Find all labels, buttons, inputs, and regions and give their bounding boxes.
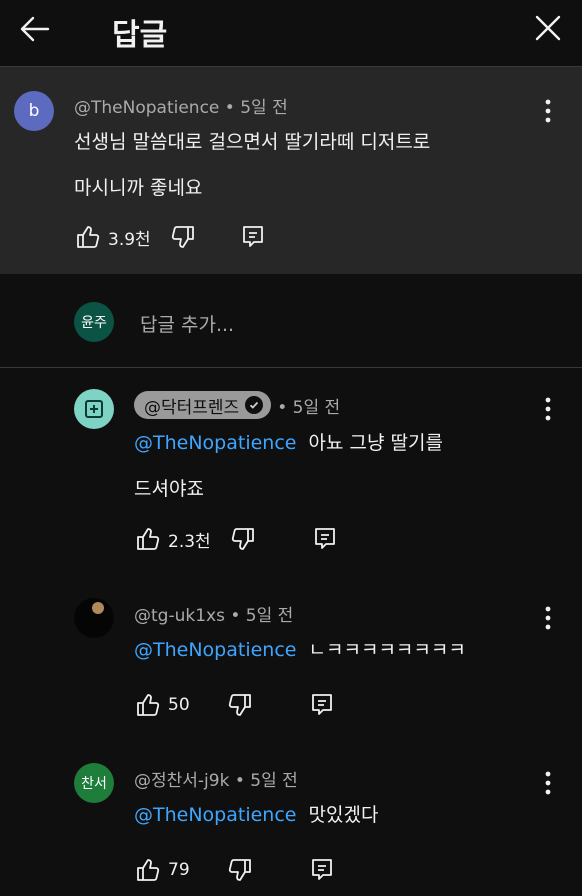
comment-time: • 5일 전 xyxy=(234,771,298,791)
comment-text-line: @TheNopatience 아뇨 그냥 딸기를 xyxy=(134,420,443,466)
mention-link[interactable]: @TheNopatience xyxy=(134,639,296,661)
comment-meta: @tg-uk1xs • 5일 전 xyxy=(134,601,293,626)
comment-text-content: 아뇨 그냥 딸기를 xyxy=(308,432,443,454)
comment-actions: 50 xyxy=(134,690,336,720)
comment-meta: @TheNopatience • 5일 전 xyxy=(74,93,288,118)
avatar[interactable]: b xyxy=(14,91,54,131)
comment-time: • 5일 전 xyxy=(224,98,288,118)
comment-author: @닥터프렌즈 xyxy=(144,397,240,418)
thumb-down-icon[interactable] xyxy=(226,856,254,884)
avatar: 윤주 xyxy=(74,302,114,342)
more-vert-icon[interactable] xyxy=(538,769,558,797)
comment-author[interactable]: @정찬서-j9k xyxy=(134,771,229,791)
thumb-down-icon[interactable] xyxy=(226,691,254,719)
arrow-left-icon[interactable] xyxy=(18,12,52,46)
thumb-up-icon[interactable] xyxy=(134,691,162,719)
comment-text: @TheNopatience 맛있겠다 xyxy=(134,792,378,838)
like-count: 2.3천 xyxy=(168,531,211,552)
add-reply-row: 윤주 답글 추가... xyxy=(0,274,582,368)
comment-text-line: 선생님 말씀대로 걸으면서 딸기라떼 디저트로 xyxy=(74,131,431,153)
header: 답글 xyxy=(0,0,582,66)
close-icon[interactable] xyxy=(532,12,564,44)
comment-text: 선생님 말씀대로 걸으면서 딸기라떼 디저트로 마시니까 좋네요 xyxy=(74,119,430,211)
comment-text: @TheNopatience 아뇨 그냥 딸기를 드셔야죠 xyxy=(134,420,443,512)
comment-text-content: 맛있겠다 xyxy=(308,804,379,826)
avatar-letter: b xyxy=(28,101,40,121)
moon-avatar-icon xyxy=(74,598,114,638)
like-count: 50 xyxy=(168,695,190,715)
avatar-text: 찬서 xyxy=(81,776,107,792)
add-reply-input[interactable]: 답글 추가... xyxy=(140,310,234,337)
comment-text-line: 드셔야죠 xyxy=(134,478,204,500)
comment-actions: 3.9천 xyxy=(74,222,267,252)
mention-link[interactable]: @TheNopatience xyxy=(134,432,296,454)
comment-text-line: @TheNopatience ㄴㅋㅋㅋㅋㅋㅋㅋㅋ xyxy=(134,627,466,673)
avatar[interactable]: 찬서 xyxy=(74,763,114,803)
medical-plus-icon xyxy=(85,400,103,418)
more-vert-icon[interactable] xyxy=(538,604,558,632)
reply-icon[interactable] xyxy=(239,223,267,251)
reply-icon[interactable] xyxy=(311,525,339,553)
comment-meta: @닥터프렌즈 • 5일 전 xyxy=(134,391,340,419)
like-count: 79 xyxy=(168,860,190,880)
like-count: 3.9천 xyxy=(108,229,151,250)
thumb-down-icon[interactable] xyxy=(229,525,257,553)
thumb-up-icon[interactable] xyxy=(74,223,102,251)
comment-meta: @정찬서-j9k • 5일 전 xyxy=(134,766,298,791)
comment-text-content: ㄴㅋㅋㅋㅋㅋㅋㅋㅋ xyxy=(308,639,466,661)
reply-icon[interactable] xyxy=(308,856,336,884)
comment-actions: 79 xyxy=(134,855,336,885)
page-title: 답글 xyxy=(112,18,168,53)
thumb-down-icon[interactable] xyxy=(169,223,197,251)
channel-owner-chip[interactable]: @닥터프렌즈 xyxy=(134,391,272,419)
more-vert-icon[interactable] xyxy=(538,395,558,423)
comment-text: @TheNopatience ㄴㅋㅋㅋㅋㅋㅋㅋㅋ xyxy=(134,627,466,673)
comment-author[interactable]: @tg-uk1xs xyxy=(134,606,225,626)
avatar[interactable] xyxy=(74,598,114,638)
verified-check-icon xyxy=(245,396,264,414)
reply-icon[interactable] xyxy=(308,691,336,719)
comment-text-line: @TheNopatience 맛있겠다 xyxy=(134,792,378,838)
comment-author[interactable]: @TheNopatience xyxy=(74,98,219,118)
parent-comment: b @TheNopatience • 5일 전 선생님 말씀대로 걸으면서 딸기… xyxy=(0,66,582,274)
more-vert-icon[interactable] xyxy=(538,97,558,125)
avatar-text: 윤주 xyxy=(81,315,107,331)
comment-time: • 5일 전 xyxy=(230,606,294,626)
thumb-up-icon[interactable] xyxy=(134,856,162,884)
avatar[interactable] xyxy=(74,389,114,429)
comment-time: • 5일 전 xyxy=(277,397,341,418)
comment-actions: 2.3천 xyxy=(134,524,339,554)
mention-link[interactable]: @TheNopatience xyxy=(134,804,296,826)
thumb-up-icon[interactable] xyxy=(134,525,162,553)
comment-text-line: 마시니까 좋네요 xyxy=(74,177,203,199)
